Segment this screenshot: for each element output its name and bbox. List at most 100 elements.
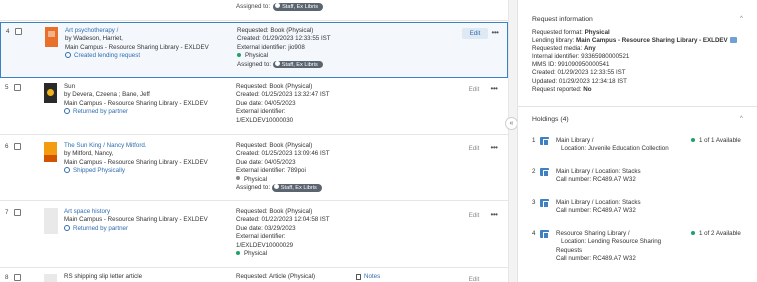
previous-row-tail: Assigned to: Staff, Ex Libris — [0, 0, 508, 21]
holdings-heading: Holdings (4) — [532, 116, 569, 123]
assignee-chip[interactable]: Staff, Ex Libris — [271, 184, 322, 192]
assignee-chip[interactable]: Staff, Ex Libris — [272, 60, 323, 69]
holding-location: Location: Juvenile Education Collection — [561, 145, 669, 153]
request-library: Main Campus - Resource Sharing Library -… — [65, 43, 209, 51]
notes-link[interactable]: Notes — [356, 273, 380, 280]
created-date: Created: 01/25/2023 13:09:46 IST — [236, 150, 330, 158]
created-date: Created: 01/25/2023 13:32:47 IST — [236, 91, 330, 99]
edit-button[interactable]: Edit — [461, 274, 487, 282]
status-dot-icon — [236, 250, 240, 255]
external-identifier: External identifier: jio908 — [237, 43, 305, 51]
available-dot-icon — [691, 137, 695, 142]
request-library: Main Campus - Resource Sharing Library -… — [64, 216, 208, 224]
request-library: Main Campus - Resource Sharing Library -… — [64, 99, 208, 107]
more-actions-icon[interactable]: ••• — [488, 28, 502, 39]
shipped-icon — [64, 167, 70, 174]
request-row[interactable]: 4 Art psychotherapy / by Wadeson, Harrie… — [0, 22, 508, 78]
holding-call-number: Call number: RC489.A7 W32 — [556, 176, 636, 184]
requested-type: Requested: Book (Physical) — [236, 142, 313, 149]
due-date: Due date: 04/05/2023 — [236, 158, 296, 166]
row-checkbox[interactable] — [15, 28, 22, 35]
request-title-link[interactable]: Sun — [64, 83, 229, 91]
edit-button[interactable]: Edit — [462, 28, 488, 39]
edit-button[interactable]: Edit — [461, 210, 487, 221]
request-status: Returned by partner — [64, 108, 229, 116]
availability: 1 of 1 Available — [691, 137, 741, 145]
external-identifier: External identifier: 789poi — [236, 167, 306, 175]
assigned-to: Assigned to: Staff, Ex Libris — [236, 3, 324, 11]
details-panel: Request information ^ Requested format: … — [517, 0, 757, 282]
book-cover-thumbnail — [44, 83, 57, 103]
request-row[interactable]: 7 Art space history Main Campus - Resour… — [0, 202, 508, 268]
status-dot-icon — [236, 176, 240, 181]
more-actions-icon[interactable]: ••• — [487, 143, 501, 154]
row-checkbox[interactable] — [14, 143, 21, 150]
holding-item[interactable]: 3 Main Library / Location: Stacks Call n… — [532, 199, 754, 217]
row-checkbox[interactable] — [14, 209, 21, 216]
library-icon — [540, 230, 549, 239]
book-cover-placeholder — [44, 274, 57, 282]
library-icon — [540, 137, 549, 146]
requested-type: Requested: Book (Physical) — [237, 27, 314, 34]
request-title-link[interactable]: Art space history — [64, 208, 229, 216]
more-actions-icon[interactable]: ••• — [487, 84, 501, 95]
lending-library: Main Campus - Resource Sharing Library -… — [576, 37, 728, 45]
holding-item[interactable]: 1 Main Library / Location: Juvenile Educ… — [532, 137, 754, 155]
library-badge-icon — [729, 37, 737, 44]
external-identifier-label: External identifier: — [236, 233, 286, 241]
created-date: Created: 01/29/2023 12:33:55 IST — [237, 35, 331, 43]
holding-library: Main Library — [556, 137, 591, 144]
row-number: 5 — [5, 84, 9, 91]
request-information-heading: Request information — [532, 16, 593, 23]
request-status: Shipped Physically — [64, 167, 229, 175]
format-physical: Physical — [236, 250, 396, 258]
external-identifier: 1/EXLDEV10000030 — [236, 116, 294, 124]
edit-button[interactable]: Edit — [461, 84, 487, 95]
row-checkbox[interactable] — [14, 84, 21, 91]
external-identifier-label: External identifier: — [236, 108, 286, 116]
requested-media: Any — [583, 45, 596, 53]
requested-type: Requested: Book (Physical) — [236, 208, 313, 215]
format-physical: Physical — [236, 176, 396, 184]
created-date: Created: 01/29/2023 12:33:55 IST — [532, 69, 626, 77]
request-list: Assigned to: Staff, Ex Libris 4 Art psyc… — [0, 0, 508, 282]
return-icon — [64, 224, 70, 231]
request-title-link[interactable]: Art psychotherapy / — [65, 27, 230, 35]
request-information: Requested format: Physical Lending libra… — [532, 29, 752, 94]
assignee-chip[interactable]: Staff, Ex Libris — [273, 3, 324, 11]
row-number: 4 — [6, 28, 10, 35]
requested-format: Physical — [584, 29, 610, 36]
notes-icon — [356, 273, 361, 280]
request-title-link[interactable]: The Sun King / Nancy Mitford. — [64, 142, 229, 150]
book-cover-thumbnail — [44, 142, 57, 162]
request-row[interactable]: 5 Sun by Devera, Czeena ; Bane, Jeff Mai… — [0, 79, 508, 135]
collapse-section-icon[interactable]: ^ — [740, 16, 743, 22]
more-actions-icon[interactable]: ••• — [487, 210, 501, 221]
availability: 1 of 2 Available — [691, 230, 741, 238]
holding-item[interactable]: 4 Resource Sharing Library / Location: L… — [532, 230, 754, 266]
user-icon — [274, 60, 280, 66]
assigned-to: Assigned to: Staff, Ex Libris — [236, 184, 396, 192]
holding-library: Main Library — [556, 168, 591, 175]
holding-call-number: Call number: RC489.A7 W32 — [556, 255, 636, 263]
section-divider — [518, 106, 757, 107]
row-checkbox[interactable] — [14, 274, 21, 281]
external-identifier: 1/EXLDEV10000029 — [236, 241, 294, 249]
row-number: 8 — [5, 274, 9, 281]
request-library: Main Campus - Resource Sharing Library -… — [64, 158, 208, 166]
panel-splitter[interactable] — [508, 0, 517, 282]
request-author: by Mitford, Nancy, — [64, 150, 114, 158]
request-row[interactable]: 6 The Sun King / Nancy Mitford. by Mitfo… — [0, 136, 508, 201]
book-cover-thumbnail — [45, 27, 58, 47]
collapse-section-icon[interactable]: ^ — [740, 116, 743, 122]
updated-date: Updated: 01/29/2023 12:34:18 IST — [532, 77, 627, 85]
request-author: by Devera, Czeena ; Bane, Jeff — [64, 91, 150, 99]
holding-location: Location: Stacks — [595, 199, 641, 206]
return-icon — [64, 108, 70, 115]
request-title-link[interactable]: RS shipping slip letter article — [64, 273, 229, 281]
clock-icon — [65, 52, 71, 59]
holding-location: Location: Lending Resource Sharing — [561, 238, 662, 246]
edit-button[interactable]: Edit — [461, 143, 487, 154]
holding-item[interactable]: 2 Main Library / Location: Stacks Call n… — [532, 168, 754, 186]
request-row[interactable]: 8 RS shipping slip letter article Reques… — [0, 269, 508, 282]
